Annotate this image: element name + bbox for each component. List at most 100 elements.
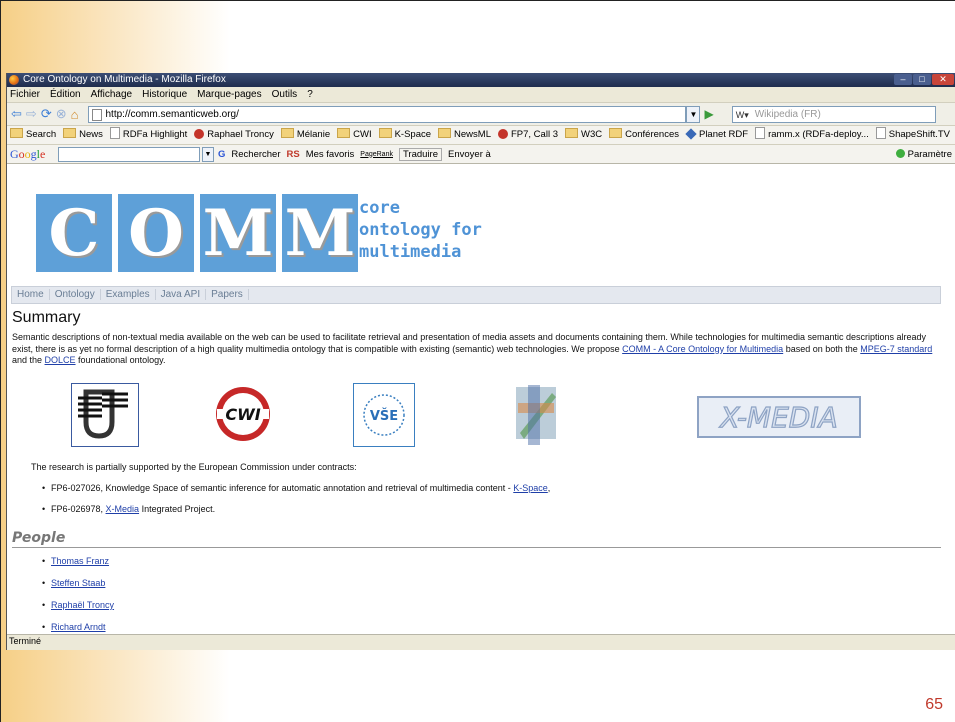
summary-heading: Summary (12, 309, 81, 326)
vse-text: VŠE (370, 408, 398, 424)
logo-letter-o: O (118, 194, 194, 272)
menu-bar: Fichier Édition Affichage Historique Mar… (7, 87, 955, 103)
firefox-window: Core Ontology on Multimedia - Mozilla Fi… (6, 73, 955, 650)
mpeg7-link[interactable]: MPEG-7 standard (860, 344, 932, 354)
slide-page-number: 65 (925, 696, 943, 713)
bookmark-search[interactable]: Search (10, 126, 56, 144)
rs-button[interactable]: RS (287, 149, 300, 160)
person-link[interactable]: Raphaël Troncy (51, 600, 114, 610)
window-title: Core Ontology on Multimedia - Mozilla Fi… (23, 74, 226, 85)
google-dropdown-icon[interactable]: ▼ (202, 146, 214, 162)
mes-favoris-button[interactable]: Mes favoris (306, 149, 355, 160)
rechercher-button[interactable]: Rechercher (231, 149, 280, 160)
back-icon[interactable]: ⇦ (11, 106, 22, 122)
comm-logo[interactable]: C O M M core ontology for multimedia (36, 194, 506, 272)
x-media-text: X-MEDIA (718, 401, 838, 434)
bookmark-newsml[interactable]: NewsML (438, 126, 491, 144)
contract-item-2: FP6-026978, X-Media Integrated Project. (42, 504, 215, 514)
maximize-button[interactable]: □ (913, 74, 931, 85)
status-dot-icon (895, 148, 905, 158)
home-icon[interactable]: ⌂ (71, 107, 79, 122)
menu-fichier[interactable]: Fichier (10, 87, 40, 102)
google-logo: Google (10, 146, 46, 161)
k-space-logo[interactable] (514, 383, 560, 447)
x-media-link[interactable]: X-Media (106, 504, 140, 514)
bookmark-fp7-call3[interactable]: FP7, Call 3 (497, 126, 558, 144)
k-space-link[interactable]: K-Space (513, 483, 548, 493)
menu-historique[interactable]: Historique (142, 87, 187, 102)
person-item: Steffen Staab (42, 578, 105, 588)
navigation-toolbar: ⇦ ⇨ ⟳ ⊗ ⌂ http://comm.semanticweb.org/ ▼… (7, 103, 955, 126)
page-icon (92, 108, 103, 121)
forward-icon[interactable]: ⇨ (26, 106, 37, 122)
logo-letter-m1: M (200, 194, 276, 272)
firefox-icon (9, 75, 19, 85)
bookmark-melanie[interactable]: Mélanie (280, 126, 330, 144)
google-search-input[interactable] (58, 146, 200, 162)
menu-marque-pages[interactable]: Marque-pages (197, 87, 261, 102)
nav-java-api[interactable]: Java API (155, 289, 207, 300)
logo-letter-c: C (36, 194, 112, 272)
folder-icon (337, 128, 351, 138)
x-media-logo[interactable]: X-MEDIA (697, 396, 861, 438)
page-icon (109, 127, 120, 139)
wikipedia-icon[interactable]: W▾ (736, 108, 749, 123)
minimize-button[interactable]: – (894, 74, 912, 85)
person-item: Thomas Franz (42, 556, 109, 566)
nav-papers[interactable]: Papers (206, 289, 249, 300)
share-icon (685, 128, 697, 140)
bookmark-conferences[interactable]: Conférences (609, 126, 679, 144)
window-titlebar: Core Ontology on Multimedia - Mozilla Fi… (7, 73, 955, 87)
person-link[interactable]: Steffen Staab (51, 578, 105, 588)
nav-ontology[interactable]: Ontology (49, 289, 101, 300)
menu-help[interactable]: ? (307, 87, 313, 102)
search-input[interactable]: W▾ Wikipedia (FR) (731, 105, 936, 123)
traduire-button[interactable]: Traduire (398, 147, 443, 161)
bookmark-rdfa-highlight[interactable]: RDFa Highlight (109, 126, 187, 144)
bookmark-cwi[interactable]: CWI (337, 126, 372, 144)
comm-link[interactable]: COMM - A Core Ontology for Multimedia (622, 344, 783, 354)
parametres-button[interactable]: Paramètre (895, 148, 955, 160)
person-item: Richard Arndt (42, 622, 106, 632)
go-icon[interactable]: ▶ (704, 107, 713, 121)
folder-icon (10, 128, 23, 138)
slide-border-left (0, 0, 1, 722)
bookmark-raphael-troncy[interactable]: Raphael Troncy (194, 126, 274, 144)
bookmarks-toolbar: Search News RDFa Highlight Raphael Tronc… (7, 126, 955, 145)
menu-outils[interactable]: Outils (272, 87, 298, 102)
status-text: Terminé (9, 636, 42, 646)
folder-icon (564, 128, 578, 138)
logo-tagline: core ontology for multimedia (359, 198, 482, 262)
uni-koblenz-logo[interactable] (71, 383, 139, 447)
bookmark-planet-rdf[interactable]: Planet RDF (685, 126, 748, 144)
person-link[interactable]: Thomas Franz (51, 556, 109, 566)
bookmark-rammx[interactable]: ramm.x (RDFa-deploy... (755, 126, 869, 144)
support-text: The research is partially supported by t… (31, 462, 357, 472)
cwi-text: CWI (225, 405, 260, 424)
person-item: Raphaël Troncy (42, 600, 114, 610)
menu-edition[interactable]: Édition (50, 87, 81, 102)
status-bar: Terminé (7, 634, 955, 650)
bookmark-shapeshift[interactable]: ShapeShift.TV (875, 126, 950, 144)
stop-icon[interactable]: ⊗ (56, 106, 67, 122)
person-link[interactable]: Richard Arndt (51, 622, 106, 632)
google-g-icon[interactable]: G (218, 149, 225, 160)
url-dropdown-icon[interactable]: ▼ (686, 105, 701, 123)
nav-home[interactable]: Home (12, 289, 50, 300)
nav-examples[interactable]: Examples (100, 289, 156, 300)
reload-icon[interactable]: ⟳ (41, 106, 52, 122)
close-button[interactable]: ✕ (932, 74, 954, 85)
bookmark-w3c[interactable]: W3C (564, 126, 602, 144)
page-icon (755, 127, 766, 139)
vse-logo[interactable]: VŠE (353, 383, 415, 447)
dolce-link[interactable]: DOLCE (45, 355, 76, 365)
cwi-logo[interactable]: CWI (213, 383, 273, 445)
url-input[interactable]: http://comm.semanticweb.org/ (88, 105, 687, 123)
menu-affichage[interactable]: Affichage (91, 87, 133, 102)
bookmark-k-space[interactable]: K-Space (378, 126, 431, 144)
slide-border-top (0, 0, 955, 1)
folder-icon (280, 128, 294, 138)
people-heading: People (12, 530, 941, 548)
bookmark-news[interactable]: News (63, 126, 103, 144)
envoyer-button[interactable]: Envoyer à (448, 149, 491, 160)
